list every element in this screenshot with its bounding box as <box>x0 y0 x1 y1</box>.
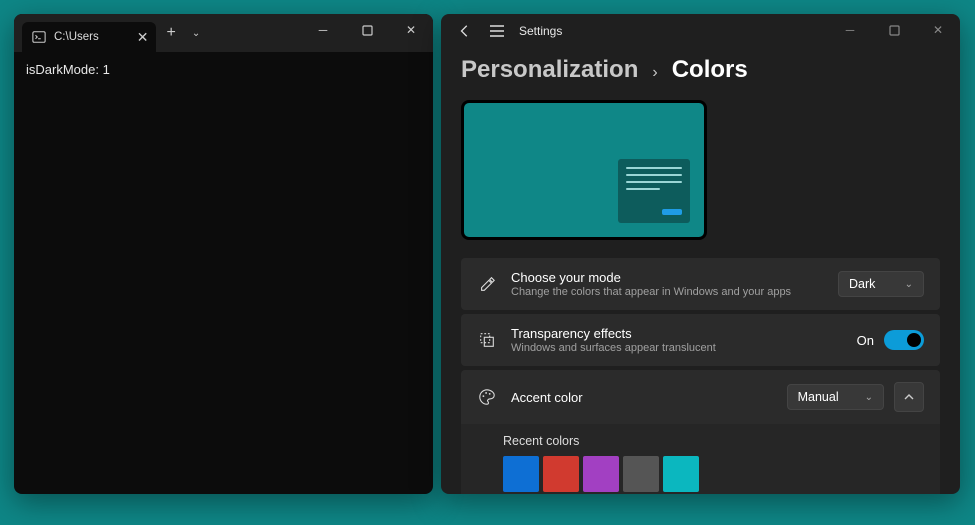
close-tab-button[interactable]: ✕ <box>137 29 149 46</box>
terminal-output-line: isDarkMode: 1 <box>26 62 421 77</box>
accent-dropdown-value: Manual <box>798 390 839 404</box>
back-button[interactable] <box>449 15 481 47</box>
preview-mock-window <box>618 159 690 223</box>
accent-color-row: Accent color Manual ⌄ <box>461 370 940 424</box>
accent-color-title: Accent color <box>511 390 773 405</box>
color-swatch[interactable] <box>503 456 539 492</box>
recent-colors-label: Recent colors <box>503 434 924 448</box>
choose-mode-title: Choose your mode <box>511 270 824 285</box>
choose-mode-row: Choose your mode Change the colors that … <box>461 258 940 310</box>
tab-dropdown-button[interactable]: ⌄ <box>186 28 206 39</box>
transparency-toggle[interactable] <box>884 330 924 350</box>
transparency-icon <box>477 330 497 350</box>
chevron-right-icon: › <box>652 64 657 82</box>
transparency-title: Transparency effects <box>511 326 843 341</box>
transparency-row: Transparency effects Windows and surface… <box>461 314 940 366</box>
minimize-button[interactable]: ─ <box>301 14 345 46</box>
transparency-desc: Windows and surfaces appear translucent <box>511 342 843 354</box>
terminal-tab[interactable]: C:\Users ✕ <box>22 22 156 52</box>
chevron-down-icon: ⌄ <box>865 392 873 403</box>
choose-mode-desc: Change the colors that appear in Windows… <box>511 286 824 298</box>
breadcrumb-parent[interactable]: Personalization <box>461 56 638 84</box>
color-swatch[interactable] <box>543 456 579 492</box>
breadcrumb-current: Colors <box>672 56 748 84</box>
close-window-button[interactable]: ✕ <box>916 14 960 46</box>
palette-icon <box>477 387 497 407</box>
settings-window: Settings ─ ✕ Personalization › Colors Ch… <box>441 14 960 494</box>
maximize-button[interactable] <box>872 14 916 46</box>
settings-titlebar[interactable]: Settings ─ ✕ <box>441 14 960 48</box>
color-swatch[interactable] <box>623 456 659 492</box>
mode-dropdown-value: Dark <box>849 277 875 291</box>
new-tab-button[interactable]: + <box>156 24 185 42</box>
color-swatch[interactable] <box>663 456 699 492</box>
minimize-button[interactable]: ─ <box>828 14 872 46</box>
toggle-knob <box>907 333 921 347</box>
terminal-tab-title: C:\Users <box>54 31 99 43</box>
mode-dropdown[interactable]: Dark ⌄ <box>838 271 924 297</box>
color-swatch[interactable] <box>583 456 619 492</box>
maximize-button[interactable] <box>345 14 389 46</box>
terminal-titlebar[interactable]: C:\Users ✕ + ⌄ ─ ✕ <box>14 14 433 52</box>
terminal-body[interactable]: isDarkMode: 1 <box>14 52 433 87</box>
hamburger-menu-button[interactable] <box>481 15 513 47</box>
color-preview-card <box>461 100 707 240</box>
chevron-down-icon: ⌄ <box>905 279 913 290</box>
terminal-window: C:\Users ✕ + ⌄ ─ ✕ isDarkMode: 1 <box>14 14 433 494</box>
brush-icon <box>477 274 497 294</box>
terminal-icon <box>32 30 46 44</box>
recent-color-swatches <box>503 456 924 492</box>
recent-colors-section: Recent colors <box>461 424 940 494</box>
accent-dropdown[interactable]: Manual ⌄ <box>787 384 884 410</box>
transparency-state-label: On <box>857 333 874 348</box>
settings-content[interactable]: Personalization › Colors Choose your mod… <box>441 48 960 494</box>
close-window-button[interactable]: ✕ <box>389 14 433 46</box>
breadcrumb: Personalization › Colors <box>461 56 940 84</box>
accent-expand-button[interactable] <box>894 382 924 412</box>
app-name: Settings <box>519 24 562 38</box>
